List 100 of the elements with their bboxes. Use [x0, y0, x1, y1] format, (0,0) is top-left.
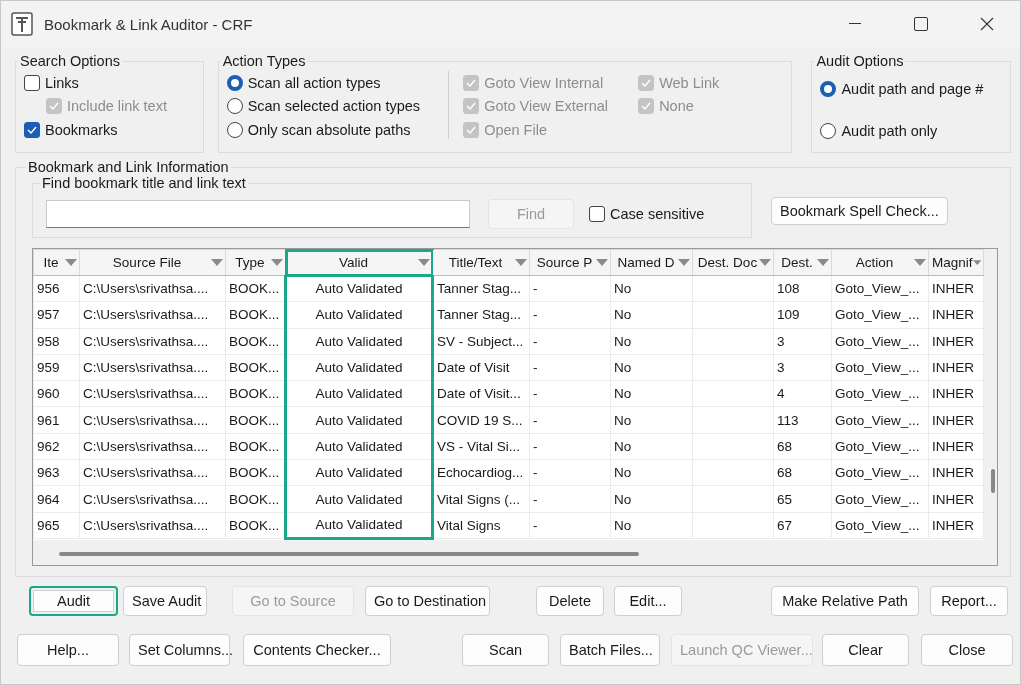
- check-icon: [27, 125, 37, 134]
- table-cell: No: [614, 307, 632, 323]
- table-cell: BOOK...: [229, 438, 280, 454]
- find-field[interactable]: [46, 200, 470, 228]
- checkbox-label: Case sensitive: [610, 206, 705, 222]
- table-cell: C:\Users\srivathsa....: [83, 438, 209, 454]
- radio-button[interactable]: [820, 123, 837, 140]
- checkbox[interactable]: [24, 74, 40, 91]
- action-button[interactable]: Audit: [29, 586, 118, 616]
- table-cell: -: [533, 360, 538, 376]
- table-cell: 962: [37, 438, 60, 454]
- table-cell: 68: [777, 438, 793, 454]
- action-button[interactable]: Contents Checker...: [243, 634, 391, 666]
- checkbox-label: Goto View External: [484, 98, 608, 115]
- radio-label: Only scan absolute paths: [247, 121, 411, 138]
- spell-check-button[interactable]: Bookmark Spell Check...: [771, 197, 948, 225]
- table-cell: Auto Validated: [315, 333, 403, 349]
- action-button[interactable]: Go to Destination: [365, 586, 490, 616]
- radio-button[interactable]: [226, 74, 243, 91]
- table-cell: BOOK...: [229, 281, 280, 297]
- table-cell: 108: [777, 281, 800, 297]
- table-cell: Auto Validated: [315, 438, 403, 454]
- action-button[interactable]: Report...: [930, 586, 1008, 616]
- table-cell: -: [533, 465, 538, 481]
- table-cell: Auto Validated: [315, 465, 403, 481]
- table-cell: Goto_View_...: [835, 517, 920, 533]
- action-button[interactable]: Save Audit: [123, 586, 207, 616]
- table-cell: 109: [777, 307, 800, 323]
- table-cell: 956: [37, 281, 60, 297]
- radio-button[interactable]: [820, 80, 837, 97]
- table-cell: Auto Validated: [315, 360, 403, 376]
- dropdown-arrow-icon[interactable]: [817, 258, 829, 267]
- action-button[interactable]: Delete: [536, 586, 604, 616]
- table-cell: BOOK...: [229, 412, 280, 428]
- vertical-scrollbar-thumb[interactable]: [991, 469, 995, 493]
- action-button[interactable]: Scan: [462, 634, 549, 666]
- action-button[interactable]: Set Columns...: [129, 634, 230, 666]
- table-cell: -: [533, 307, 538, 323]
- check-icon: [641, 102, 652, 111]
- dropdown-arrow-icon[interactable]: [759, 258, 771, 267]
- table-cell: No: [614, 438, 632, 454]
- table-cell: 4: [777, 386, 785, 402]
- maximize-icon[interactable]: [914, 17, 928, 31]
- horizontal-scrollbar-thumb[interactable]: [59, 552, 639, 556]
- check-icon: [49, 102, 59, 111]
- table-cell: INHER: [932, 307, 974, 323]
- table-cell: Auto Validated: [315, 281, 403, 297]
- radio-button[interactable]: [226, 121, 243, 138]
- table-cell: 3: [777, 333, 785, 349]
- dropdown-arrow-icon[interactable]: [914, 258, 926, 267]
- minimize-icon[interactable]: [849, 23, 861, 25]
- table-cell: INHER: [932, 491, 974, 507]
- table-cell: SV - Subject...: [437, 333, 524, 349]
- table-cell: Goto_View_...: [835, 307, 920, 323]
- table-cell: Vital Signs: [437, 517, 501, 533]
- table-cell: VS - Vital Si...: [437, 438, 521, 454]
- table-cell: Auto Validated: [315, 517, 403, 533]
- group-title: Action Types: [221, 53, 307, 69]
- table-cell: BOOK...: [229, 465, 280, 481]
- table-cell: Goto_View_...: [835, 281, 920, 297]
- table-cell: C:\Users\srivathsa....: [83, 307, 209, 323]
- close-icon[interactable]: [980, 17, 994, 31]
- checkbox[interactable]: [24, 121, 40, 138]
- action-button[interactable]: Clear: [822, 634, 909, 666]
- table-cell: Goto_View_...: [835, 465, 920, 481]
- dropdown-arrow-icon[interactable]: [596, 258, 608, 267]
- radio-button[interactable]: [226, 98, 243, 115]
- dropdown-arrow-icon[interactable]: [972, 258, 981, 267]
- table-cell: Goto_View_...: [835, 491, 920, 507]
- table-cell: C:\Users\srivathsa....: [83, 517, 209, 533]
- dropdown-arrow-icon[interactable]: [65, 258, 77, 267]
- dropdown-arrow-icon[interactable]: [515, 258, 527, 267]
- radio-label: Audit path and page #: [841, 80, 984, 97]
- table-cell: Tanner Stag...: [437, 307, 522, 323]
- action-button[interactable]: Edit...: [614, 586, 682, 616]
- dropdown-arrow-icon[interactable]: [271, 258, 283, 267]
- dropdown-arrow-icon[interactable]: [418, 258, 430, 267]
- table-cell: Tanner Stag...: [437, 281, 522, 297]
- dropdown-arrow-icon[interactable]: [678, 258, 690, 267]
- action-button[interactable]: Close: [921, 634, 1013, 666]
- table-cell: Auto Validated: [315, 412, 403, 428]
- table-cell: -: [533, 491, 538, 507]
- table-cell: Date of Visit: [437, 360, 510, 376]
- action-button[interactable]: Batch Files...: [560, 634, 660, 666]
- table-cell: C:\Users\srivathsa....: [83, 412, 209, 428]
- table-cell: 957: [37, 307, 60, 323]
- table-cell: 964: [37, 491, 60, 507]
- table-cell: -: [533, 386, 538, 402]
- table-cell: INHER: [932, 412, 974, 428]
- action-button[interactable]: Help...: [17, 634, 119, 666]
- table-cell: No: [614, 412, 632, 428]
- table-cell: -: [533, 281, 538, 297]
- table-cell: -: [533, 412, 538, 428]
- table-cell: C:\Users\srivathsa....: [83, 360, 209, 376]
- table-cell: 961: [37, 412, 60, 428]
- check-icon: [466, 102, 477, 111]
- table-cell: C:\Users\srivathsa....: [83, 491, 209, 507]
- dropdown-arrow-icon[interactable]: [211, 258, 223, 267]
- checkbox[interactable]: [589, 206, 605, 222]
- action-button[interactable]: Make Relative Path: [771, 586, 919, 616]
